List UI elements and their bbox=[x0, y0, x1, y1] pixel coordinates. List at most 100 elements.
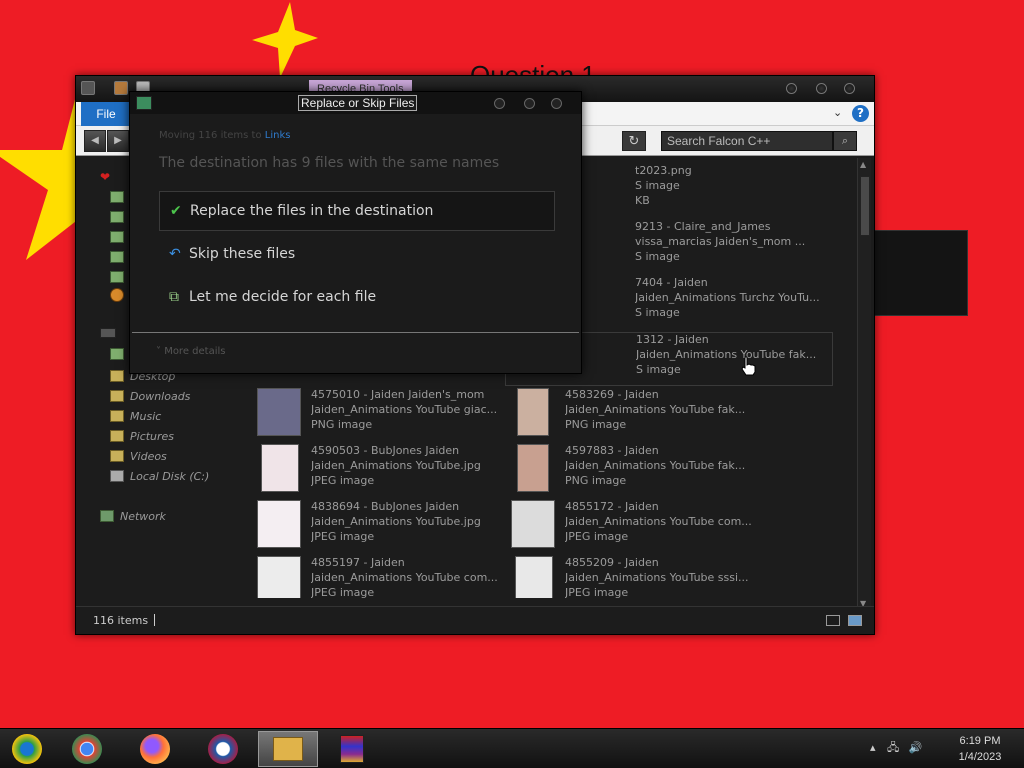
favorites-heart-icon[interactable]: ❤ bbox=[100, 170, 110, 184]
file-type: JPEG image bbox=[311, 474, 375, 487]
file-name: 1312 - Jaiden bbox=[636, 333, 709, 346]
replace-or-skip-dialog: Replace or Skip Files Moving 116 items t… bbox=[129, 91, 582, 374]
nav-item-videos[interactable]: Videos bbox=[130, 447, 167, 465]
file-name: 4855209 - Jaiden bbox=[565, 556, 659, 569]
search-icon[interactable]: ⌕ bbox=[833, 131, 857, 151]
file-name: 4575010 - Jaiden Jaiden's_mom bbox=[311, 388, 485, 401]
app-icon[interactable] bbox=[81, 81, 95, 95]
file-name-line2: vissa_marcias Jaiden's_mom ... bbox=[635, 235, 806, 248]
taskbar-obama-app[interactable] bbox=[196, 731, 250, 767]
skip-files-option[interactable]: ↶ Skip these files bbox=[159, 234, 555, 274]
favorite-item-icon[interactable] bbox=[110, 251, 124, 263]
favorite-item-icon[interactable] bbox=[110, 211, 124, 223]
list-item[interactable]: 4590503 - BubJones Jaiden Jaiden_Animati… bbox=[257, 444, 507, 498]
file-name: 4855197 - Jaiden bbox=[311, 556, 405, 569]
taskbar-winrar[interactable] bbox=[325, 731, 379, 767]
nav-item-network[interactable]: Network bbox=[120, 507, 166, 525]
videos-folder-icon bbox=[110, 450, 124, 462]
list-item[interactable]: 4583269 - Jaiden Jaiden_Animations YouTu… bbox=[511, 388, 761, 442]
nav-item-local-disk[interactable]: Local Disk (C:) bbox=[130, 467, 209, 485]
scroll-thumb[interactable] bbox=[860, 176, 870, 236]
file-thumbnail bbox=[515, 556, 553, 598]
taskbar-file-explorer[interactable] bbox=[258, 731, 318, 767]
forward-button[interactable]: ▶ bbox=[107, 130, 129, 152]
file-name-line2: Jaiden_Animations YouTube fak... bbox=[636, 348, 817, 361]
dialog-minimize-button[interactable] bbox=[494, 98, 505, 109]
show-hidden-icons[interactable]: ▴ bbox=[870, 741, 876, 754]
close-button[interactable] bbox=[844, 83, 855, 94]
properties-icon[interactable] bbox=[114, 81, 128, 95]
desktop-folder-icon[interactable] bbox=[110, 348, 124, 360]
dialog-titlebar[interactable]: Replace or Skip Files bbox=[130, 92, 581, 114]
file-name: 7404 - Jaiden bbox=[635, 276, 708, 289]
nav-item-downloads[interactable]: Downloads bbox=[130, 387, 190, 405]
decide-each-file-option[interactable]: ⧉ Let me decide for each file bbox=[159, 277, 555, 317]
nav-item-music[interactable]: Music bbox=[130, 407, 161, 425]
file-name: 4590503 - BubJones Jaiden bbox=[311, 444, 460, 457]
list-item[interactable]: 4575010 - Jaiden Jaiden's_mom Jaiden_Ani… bbox=[257, 388, 507, 442]
file-type: PNG image bbox=[565, 474, 627, 487]
network-icon[interactable]: 🖧 bbox=[887, 741, 899, 754]
file-thumbnail bbox=[257, 500, 301, 548]
copy-files-icon bbox=[136, 96, 152, 110]
chrome-icon bbox=[72, 734, 102, 764]
file-type: S image bbox=[636, 363, 681, 376]
list-item[interactable]: 4597883 - Jaiden Jaiden_Animations YouTu… bbox=[511, 444, 761, 498]
favorite-item-icon[interactable] bbox=[110, 191, 124, 203]
dialog-divider bbox=[132, 332, 579, 333]
status-divider bbox=[154, 614, 155, 626]
file-name-line2: Jaiden_Animations YouTube giac... bbox=[311, 403, 498, 416]
file-tab[interactable]: File bbox=[81, 102, 131, 126]
search-input[interactable]: Search Falcon C++ bbox=[661, 131, 833, 151]
destination-link[interactable]: Links bbox=[265, 130, 291, 141]
volume-icon[interactable]: 🔊 bbox=[909, 741, 923, 754]
favorite-item-icon[interactable] bbox=[110, 231, 124, 243]
computer-icon[interactable] bbox=[100, 328, 116, 338]
dialog-maximize-button[interactable] bbox=[524, 98, 535, 109]
item-count: 116 items bbox=[93, 614, 149, 627]
option-label: Let me decide for each file bbox=[189, 289, 377, 305]
scroll-up-icon[interactable]: ▲ bbox=[860, 160, 866, 169]
file-name-line2: Jaiden_Animations YouTube fak... bbox=[565, 459, 746, 472]
list-item[interactable]: 4855197 - Jaiden Jaiden_Animations YouTu… bbox=[257, 556, 507, 598]
taskbar-firefox[interactable] bbox=[128, 731, 182, 767]
more-details-toggle[interactable]: ˅ More details bbox=[156, 346, 225, 357]
file-type: PNG image bbox=[311, 418, 373, 431]
clock[interactable]: 6:19 PM 1/4/2023 bbox=[945, 733, 1015, 765]
list-item[interactable]: 4855172 - Jaiden Jaiden_Animations YouTu… bbox=[511, 500, 761, 554]
file-name: 9213 - Claire_and_James bbox=[635, 220, 771, 233]
list-item[interactable]: 4855209 - Jaiden Jaiden_Animations YouTu… bbox=[511, 556, 761, 598]
file-name-line2: Jaiden_Animations YouTube sssi... bbox=[565, 571, 749, 584]
firefox-icon bbox=[140, 734, 170, 764]
recent-places-icon[interactable] bbox=[110, 288, 124, 302]
list-item[interactable]: 4838694 - BubJones Jaiden Jaiden_Animati… bbox=[257, 500, 507, 554]
maximize-button[interactable] bbox=[816, 83, 827, 94]
taskbar-chrome[interactable] bbox=[60, 731, 114, 767]
help-icon[interactable]: ? bbox=[852, 105, 869, 122]
minimize-button[interactable] bbox=[786, 83, 797, 94]
file-explorer-icon bbox=[273, 737, 303, 761]
taskbar-chrome-canary[interactable] bbox=[0, 731, 54, 767]
file-name: 4583269 - Jaiden bbox=[565, 388, 659, 401]
vertical-scrollbar[interactable]: ▲ ▼ bbox=[857, 158, 871, 610]
clock-date: 1/4/2023 bbox=[958, 751, 1002, 763]
details-view-icon[interactable] bbox=[826, 615, 840, 626]
music-folder-icon bbox=[110, 410, 124, 422]
back-button[interactable]: ◀ bbox=[84, 130, 106, 152]
undo-arrow-icon: ↶ bbox=[169, 246, 181, 262]
replace-files-option[interactable]: ✔ Replace the files in the destination bbox=[159, 191, 555, 231]
obama-logo-icon bbox=[208, 734, 238, 764]
refresh-button[interactable]: ↻ bbox=[622, 131, 646, 151]
network-icon bbox=[100, 510, 114, 522]
file-type: JPEG image bbox=[565, 586, 629, 598]
dialog-close-button[interactable] bbox=[551, 98, 562, 109]
file-type: PNG image bbox=[565, 418, 627, 431]
large-icons-view-icon[interactable] bbox=[848, 615, 862, 626]
more-details-label: More details bbox=[164, 346, 226, 357]
chrome-canary-icon bbox=[12, 734, 42, 764]
favorite-item-icon[interactable] bbox=[110, 271, 124, 283]
file-name-line2: Jaiden_Animations YouTube com... bbox=[565, 515, 752, 528]
expand-ribbon-icon[interactable]: ⌄ bbox=[833, 106, 842, 119]
nav-item-pictures[interactable]: Pictures bbox=[130, 427, 174, 445]
file-thumbnail bbox=[257, 556, 301, 598]
